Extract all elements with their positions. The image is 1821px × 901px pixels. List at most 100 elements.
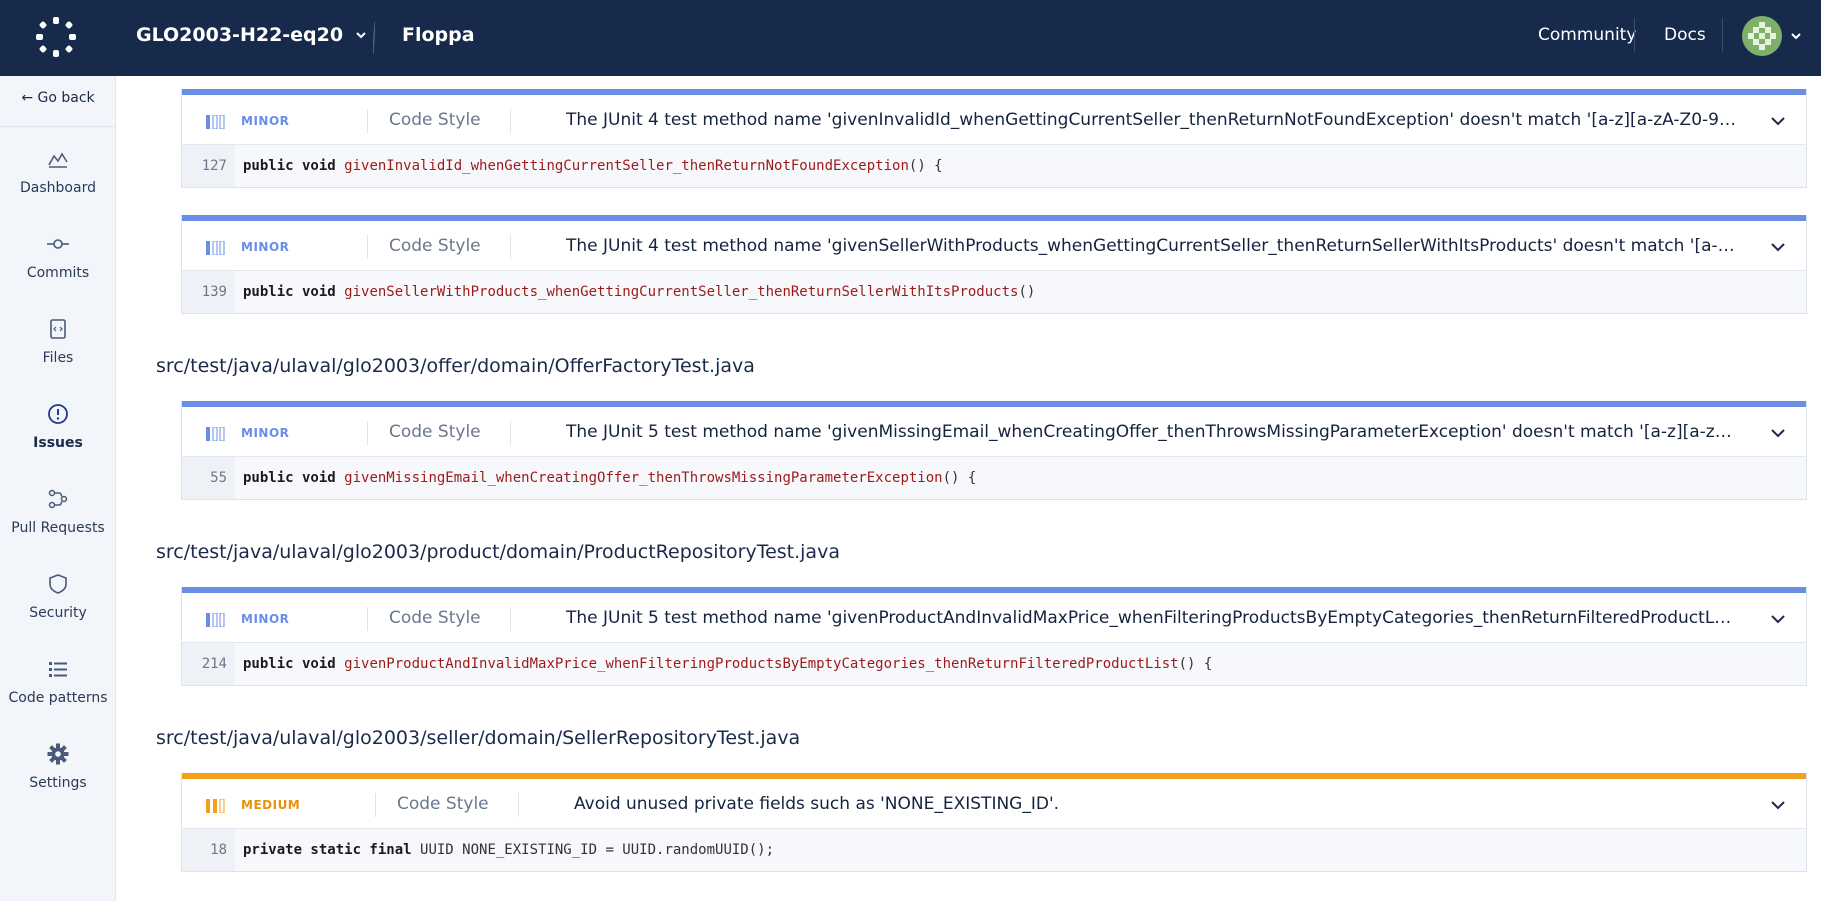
issue-category: Code Style xyxy=(389,422,481,442)
code-snippet: 139 public void givenSellerWithProducts_… xyxy=(182,271,1806,313)
header-divider xyxy=(367,235,368,259)
file-path[interactable]: src/test/java/ulaval/glo2003/product/dom… xyxy=(156,541,840,563)
issue-header[interactable]: MINOR Code Style The JUnit 5 test method… xyxy=(182,593,1806,643)
line-number: 18 xyxy=(182,829,235,871)
issue-card: MINOR Code Style The JUnit 4 test method… xyxy=(181,89,1807,188)
issue-category: Code Style xyxy=(389,608,481,628)
issue-header[interactable]: MEDIUM Code Style Avoid unused private f… xyxy=(182,779,1806,829)
sidebar: ← Go back Dashboard Commits Files Issues… xyxy=(0,76,116,901)
sidebar-item-issues[interactable]: Issues xyxy=(0,403,116,473)
severity-label: MINOR xyxy=(241,426,290,440)
severity-medium-icon xyxy=(206,799,225,813)
avatar[interactable] xyxy=(1742,16,1782,56)
chevron-down-icon[interactable] xyxy=(1770,797,1786,813)
codacy-logo-icon[interactable] xyxy=(36,17,76,57)
issue-header[interactable]: MINOR Code Style The JUnit 5 test method… xyxy=(182,407,1806,457)
header-divider xyxy=(518,793,519,817)
code-rest: () { xyxy=(908,158,943,174)
severity-label: MINOR xyxy=(241,240,290,254)
docs-link[interactable]: Docs xyxy=(1664,25,1706,45)
severity-minor-icon xyxy=(206,427,225,441)
code-function: givenSellerWithProducts_whenGettingCurre… xyxy=(344,284,1019,300)
header-divider xyxy=(510,421,511,445)
header-divider xyxy=(1722,18,1723,52)
issues-list: MINOR Code Style The JUnit 4 test method… xyxy=(116,76,1821,901)
file-path[interactable]: src/test/java/ulaval/glo2003/seller/doma… xyxy=(156,727,800,749)
issue-card: MEDIUM Code Style Avoid unused private f… xyxy=(181,773,1807,872)
commit-icon xyxy=(47,239,69,249)
issue-card: MINOR Code Style The JUnit 5 test method… xyxy=(181,401,1807,500)
code-keyword: public void xyxy=(243,284,336,300)
header-divider xyxy=(367,109,368,133)
code-keyword: public void xyxy=(243,656,336,672)
issue-message: The JUnit 5 test method name 'givenProdu… xyxy=(566,608,1736,628)
line-number: 139 xyxy=(182,271,235,313)
severity-minor-icon xyxy=(206,115,225,129)
sidebar-item-dashboard[interactable]: Dashboard xyxy=(0,148,116,218)
sidebar-item-label: Files xyxy=(42,350,74,366)
header-divider xyxy=(510,607,511,631)
code-function: givenInvalidId_whenGettingCurrentSeller_… xyxy=(344,158,909,174)
issues-icon xyxy=(48,404,68,424)
sidebar-item-label: Code patterns xyxy=(8,690,108,706)
issue-header[interactable]: MINOR Code Style The JUnit 4 test method… xyxy=(182,95,1806,145)
sidebar-item-pull-requests[interactable]: Pull Requests xyxy=(0,488,116,558)
chevron-down-icon[interactable] xyxy=(1770,113,1786,129)
header-divider xyxy=(1634,18,1635,52)
code-rest: () xyxy=(1018,284,1036,300)
header-divider xyxy=(367,421,368,445)
sidebar-item-label: Pull Requests xyxy=(11,520,105,536)
severity-minor-icon xyxy=(206,613,225,627)
code-rest: UUID NONE_EXISTING_ID = UUID.randomUUID(… xyxy=(420,842,775,858)
code-keyword: public void xyxy=(243,470,336,486)
gear-icon xyxy=(47,743,69,765)
community-link[interactable]: Community xyxy=(1538,25,1636,45)
issue-header[interactable]: MINOR Code Style The JUnit 4 test method… xyxy=(182,221,1806,271)
sidebar-item-commits[interactable]: Commits xyxy=(0,233,116,303)
sidebar-item-label: Issues xyxy=(33,435,83,451)
go-back-link[interactable]: ← Go back xyxy=(0,90,116,106)
chevron-down-icon[interactable] xyxy=(1770,611,1786,627)
file-icon xyxy=(50,319,66,339)
file-path[interactable]: src/test/java/ulaval/glo2003/offer/domai… xyxy=(156,355,755,377)
issue-card: MINOR Code Style The JUnit 4 test method… xyxy=(181,215,1807,314)
code-line: public void givenInvalidId_whenGettingCu… xyxy=(235,145,943,187)
header-divider xyxy=(510,109,511,133)
repo-name[interactable]: Floppa xyxy=(402,24,475,46)
issue-message: Avoid unused private fields such as 'NON… xyxy=(574,794,1060,814)
line-number: 127 xyxy=(182,145,235,187)
severity-minor-icon xyxy=(206,241,225,255)
issue-message: The JUnit 5 test method name 'givenMissi… xyxy=(566,422,1736,442)
sidebar-item-security[interactable]: Security xyxy=(0,573,116,643)
issue-category: Code Style xyxy=(389,110,481,130)
code-line: public void givenSellerWithProducts_when… xyxy=(235,271,1035,313)
sidebar-item-files[interactable]: Files xyxy=(0,318,116,388)
code-function: givenProductAndInvalidMaxPrice_whenFilte… xyxy=(344,656,1179,672)
sidebar-item-label: Commits xyxy=(26,265,90,281)
code-rest: () { xyxy=(942,470,977,486)
sidebar-item-label: Dashboard xyxy=(20,180,96,196)
issue-message: The JUnit 4 test method name 'givenInval… xyxy=(566,110,1736,130)
chevron-down-icon xyxy=(356,32,366,39)
chevron-down-icon[interactable] xyxy=(1790,30,1802,42)
severity-label: MEDIUM xyxy=(241,798,301,812)
avatar-icon xyxy=(1742,16,1782,56)
pull-request-icon xyxy=(48,489,68,509)
code-line: private static final UUID NONE_EXISTING_… xyxy=(235,829,774,871)
header-divider xyxy=(367,607,368,631)
code-snippet: 18 private static final UUID NONE_EXISTI… xyxy=(182,829,1806,871)
header-divider xyxy=(375,793,376,817)
issue-card: MINOR Code Style The JUnit 5 test method… xyxy=(181,587,1807,686)
sidebar-item-code-patterns[interactable]: Code patterns xyxy=(0,658,116,728)
issue-category: Code Style xyxy=(397,794,489,814)
code-line: public void givenMissingEmail_whenCreati… xyxy=(235,457,976,499)
code-snippet: 214 public void givenProductAndInvalidMa… xyxy=(182,643,1806,685)
chevron-down-icon[interactable] xyxy=(1770,239,1786,255)
chevron-down-icon[interactable] xyxy=(1770,425,1786,441)
line-number: 55 xyxy=(182,457,235,499)
dashboard-icon xyxy=(48,152,68,168)
sidebar-item-settings[interactable]: Settings xyxy=(0,743,116,813)
code-function: givenMissingEmail_whenCreatingOffer_then… xyxy=(344,470,943,486)
issue-category: Code Style xyxy=(389,236,481,256)
org-selector[interactable]: GLO2003-H22-eq20 xyxy=(136,24,367,46)
